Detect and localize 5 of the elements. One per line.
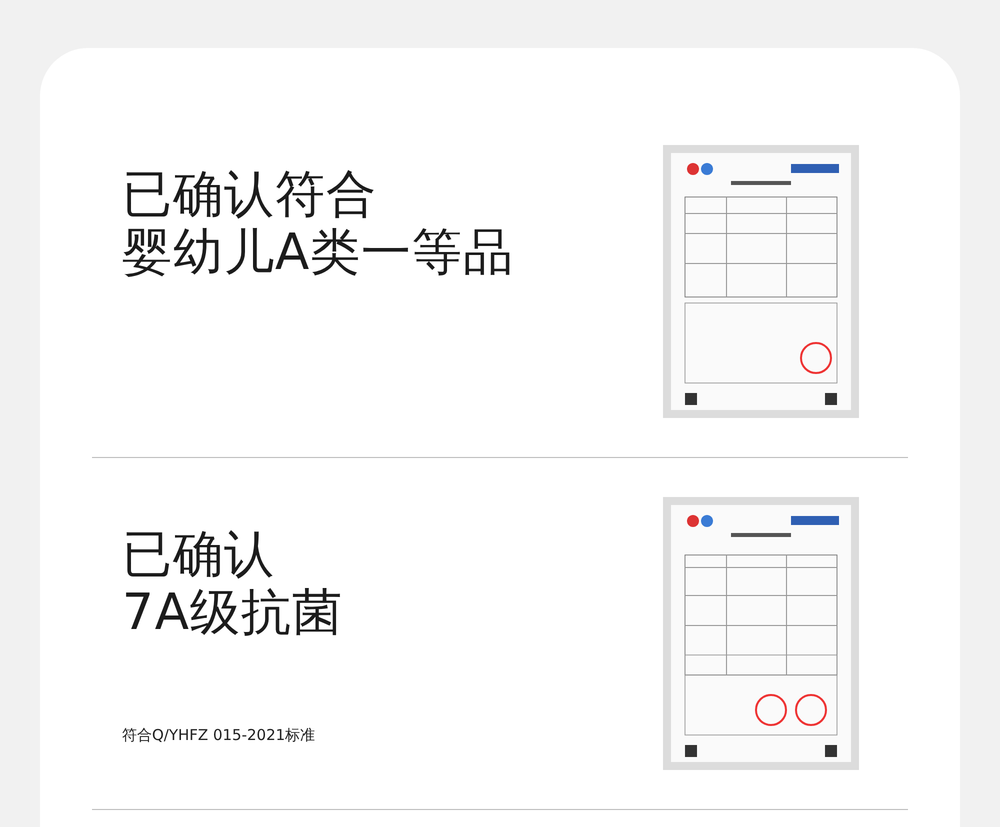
standard-note: 符合Q/YHFZ 015-2021标准 xyxy=(122,726,316,745)
headline: 婴幼儿A类一等品 xyxy=(122,223,516,281)
headline: 已确认 xyxy=(122,525,276,583)
headline: 已确认符合 xyxy=(122,165,378,223)
headline: 7A级抗菌 xyxy=(122,583,344,641)
